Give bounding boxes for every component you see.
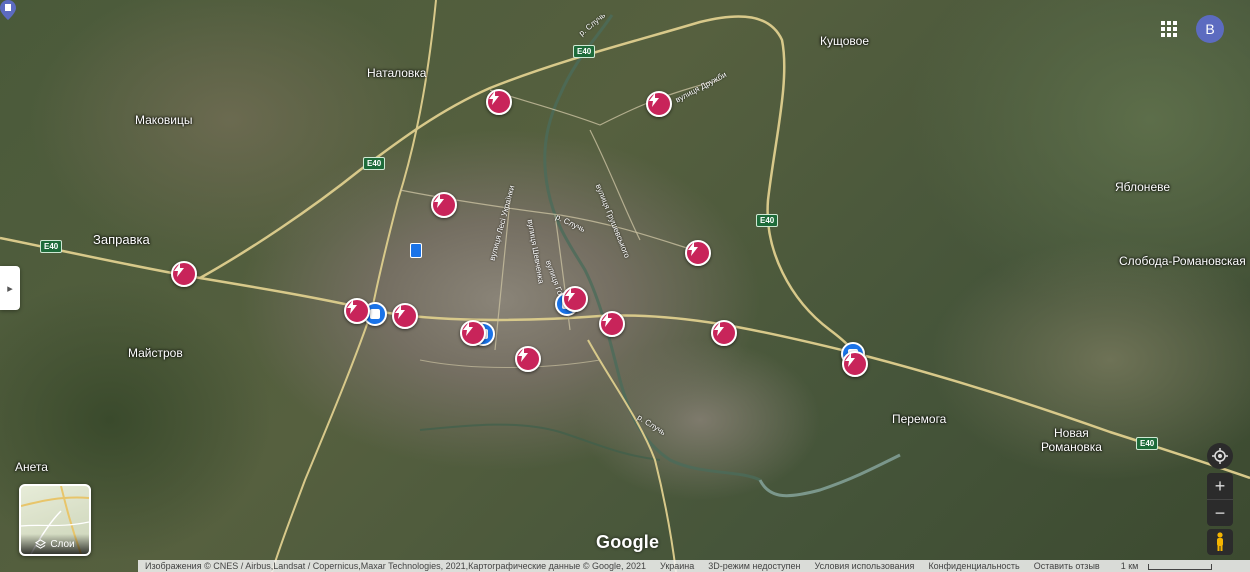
- river: [543, 14, 761, 482]
- road-shield-e40: E40: [363, 157, 386, 170]
- river: [419, 423, 661, 461]
- feedback-link[interactable]: Оставить отзыв: [1027, 561, 1107, 571]
- place-kushchovoe: Кущовое: [820, 34, 869, 48]
- place-gas-station[interactable]: Заправка: [93, 232, 150, 247]
- lightning-icon: [565, 288, 575, 302]
- ev-charging-marker[interactable]: [685, 240, 711, 266]
- road-shield-e40: E40: [1136, 437, 1159, 450]
- ev-charging-marker[interactable]: [486, 89, 512, 115]
- place-novaya-romanovka-line1: Новая: [1054, 426, 1089, 440]
- place-aneta: Анета: [15, 460, 48, 474]
- attribution-text: Изображения © CNES / Airbus,Landsat / Co…: [145, 561, 646, 571]
- ev-charging-marker[interactable]: [171, 261, 197, 287]
- layers-label: Слои: [50, 538, 75, 550]
- ev-charging-marker[interactable]: [431, 192, 457, 218]
- ev-charging-marker[interactable]: [711, 320, 737, 346]
- ev-charging-marker[interactable]: [344, 298, 370, 324]
- chevron-right-icon: ▸: [7, 282, 13, 295]
- gas-station-pin-icon[interactable]: [0, 0, 16, 20]
- lightning-icon: [649, 93, 659, 107]
- lightning-icon: [434, 194, 444, 208]
- ev-charging-marker[interactable]: [392, 303, 418, 329]
- layers-button[interactable]: Слои: [19, 484, 91, 556]
- street-view-pegman-button[interactable]: [1207, 529, 1233, 555]
- place-peremoga: Перемога: [892, 412, 947, 426]
- google-logo: Google: [596, 532, 660, 552]
- ev-charging-marker[interactable]: [646, 91, 672, 117]
- account-avatar[interactable]: B: [1196, 15, 1224, 43]
- 3d-mode-status: 3D-режим недоступен: [708, 561, 801, 571]
- place-natalovka: Наталовка: [367, 66, 427, 80]
- bus-stop-icon[interactable]: [410, 243, 422, 258]
- road-shield-e40: E40: [40, 240, 63, 253]
- place-yabloneve: Яблоневе: [1115, 180, 1171, 194]
- road-shield-e40: E40: [756, 214, 779, 227]
- lightning-icon: [688, 242, 698, 256]
- apps-grid-icon[interactable]: [1157, 17, 1181, 41]
- scale-label: 1 км: [1120, 561, 1139, 571]
- terms-link[interactable]: Условия использования: [808, 561, 922, 571]
- lightning-icon: [845, 353, 855, 367]
- attribution-bar: Изображения © CNES / Airbus,Landsat / Co…: [138, 560, 1250, 572]
- ev-charging-marker[interactable]: [515, 346, 541, 372]
- bypass-road: [199, 15, 864, 366]
- ev-charging-marker[interactable]: [842, 351, 868, 377]
- scale-bar: [1147, 563, 1212, 570]
- lightning-icon: [714, 322, 724, 336]
- place-novaya-romanovka-line2: Романовка: [1041, 440, 1102, 454]
- ev-charging-marker[interactable]: [460, 320, 486, 346]
- road: [271, 309, 373, 572]
- place-sloboda-romanovskaya: Слобода-Романовская: [1119, 254, 1246, 268]
- my-location-button[interactable]: [1207, 443, 1233, 469]
- lightning-icon: [602, 313, 612, 327]
- satellite-map[interactable]: Кущовое Наталовка Маковицы Яблоневе Слоб…: [0, 0, 1250, 572]
- crosshair-icon: [1212, 448, 1228, 464]
- ev-charging-marker[interactable]: [562, 286, 588, 312]
- zoom-in-button[interactable]: +: [1207, 473, 1233, 499]
- ev-charging-marker[interactable]: [599, 311, 625, 337]
- lightning-icon: [518, 348, 528, 362]
- lightning-icon: [463, 322, 473, 336]
- zoom-out-button[interactable]: −: [1207, 499, 1233, 526]
- lightning-icon: [489, 91, 499, 105]
- side-panel-toggle-button[interactable]: ▸: [0, 266, 20, 310]
- lightning-icon: [174, 263, 184, 277]
- layers-icon: [35, 538, 47, 549]
- country-link[interactable]: Украина: [653, 561, 701, 571]
- layers-label-row: Слои: [21, 534, 89, 554]
- privacy-link[interactable]: Конфиденциальность: [921, 561, 1026, 571]
- place-maystrov: Майстров: [128, 346, 183, 360]
- lightning-icon: [395, 305, 405, 319]
- scale-control[interactable]: 1 км: [1107, 561, 1219, 571]
- minus-icon: −: [1214, 502, 1226, 523]
- plus-icon: +: [1214, 475, 1226, 496]
- place-makovitsy: Маковицы: [135, 113, 193, 127]
- lightning-icon: [347, 300, 357, 314]
- river: [758, 453, 901, 498]
- road-shield-e40: E40: [573, 45, 596, 58]
- pegman-icon: [1217, 532, 1223, 551]
